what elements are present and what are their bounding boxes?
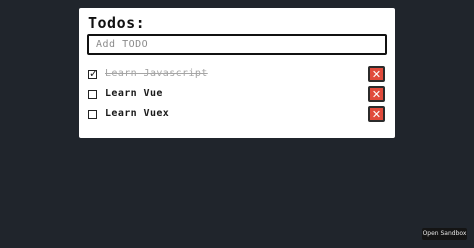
check-icon: ✓	[89, 67, 99, 80]
todo-label: Learn Vue	[105, 88, 163, 99]
close-icon: ✕	[371, 108, 382, 121]
close-icon: ✕	[371, 88, 382, 101]
delete-todo-button[interactable]: ✕	[368, 106, 385, 122]
close-icon: ✕	[371, 68, 382, 81]
todo-item: ✓ Learn Javascript ✕	[87, 66, 387, 84]
todo-item: Learn Vue ✕	[87, 86, 387, 104]
add-todo-input[interactable]	[87, 34, 387, 55]
open-sandbox-button[interactable]: Open Sandbox	[422, 228, 467, 240]
todo-checkbox[interactable]	[88, 110, 97, 119]
todo-label: Learn Javascript	[105, 68, 208, 79]
todo-label: Learn Vuex	[105, 108, 170, 119]
todo-checkbox[interactable]: ✓	[88, 67, 99, 80]
page-title: Todos:	[88, 14, 146, 32]
delete-todo-button[interactable]: ✕	[368, 66, 385, 82]
todo-card: Todos: ✓ Learn Javascript ✕ Learn Vue ✕ …	[79, 8, 395, 138]
delete-todo-button[interactable]: ✕	[368, 86, 385, 102]
todo-item: Learn Vuex ✕	[87, 106, 387, 124]
todo-checkbox[interactable]	[88, 90, 97, 99]
